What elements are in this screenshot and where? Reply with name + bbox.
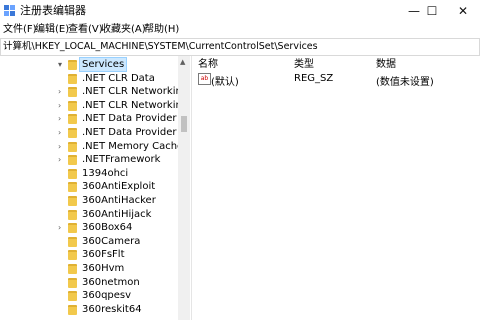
- folder-icon: [68, 73, 77, 84]
- folder-icon: [68, 277, 77, 288]
- folder-icon: [68, 196, 77, 206]
- tree-item-label: 360AntiExploit: [82, 181, 156, 193]
- folder-icon: [68, 250, 77, 261]
- expand-arrow-icon[interactable]: ›: [58, 153, 66, 166]
- scroll-up-arrow-icon[interactable]: ▲: [180, 58, 185, 66]
- tree-item-label: 1394ohci: [82, 167, 129, 179]
- menu-edit[interactable]: 编辑(E): [35, 24, 69, 36]
- tree-item-label: 360AntiHacker: [82, 195, 156, 206]
- tree-item[interactable]: 1394ohci: [0, 167, 178, 181]
- expand-arrow-icon[interactable]: ›: [58, 221, 66, 234]
- title-bar: 注册表编辑器 — ☐ ✕: [0, 0, 480, 22]
- tree-item[interactable]: ▾ Services: [0, 57, 178, 72]
- tree-item[interactable]: › .NETFramework: [0, 153, 178, 167]
- tree-item-label: .NET CLR Networking: [82, 86, 189, 98]
- tree-item-label: .NET CLR Data: [82, 72, 155, 84]
- tree-item[interactable]: 360Camera: [0, 235, 178, 249]
- tree-item-label: 360AntiHijack: [82, 208, 152, 220]
- value-data: (数值未设置): [376, 77, 434, 88]
- tree-item-label: 360netmon: [82, 276, 140, 288]
- tree-item[interactable]: 360AntiExploit: [0, 180, 178, 194]
- menu-file[interactable]: 文件(F): [3, 24, 37, 36]
- key-tree[interactable]: ▾ Services .NET CLR Data › .NET CLR Networki…: [0, 56, 190, 320]
- value-name: (默认): [211, 77, 239, 88]
- scroll-thumb[interactable]: [181, 116, 187, 132]
- folder-icon: [68, 304, 77, 315]
- expand-arrow-icon[interactable]: ›: [58, 85, 66, 98]
- expand-arrow-icon[interactable]: ›: [58, 99, 66, 112]
- tree-item[interactable]: .NET CLR Data: [0, 72, 178, 86]
- tree-item-label: 360Hvm: [82, 263, 125, 274]
- folder-icon: [68, 128, 77, 138]
- column-header-type[interactable]: 类型: [294, 59, 314, 71]
- tree-item[interactable]: 360AntiHacker: [0, 194, 178, 208]
- tree-item[interactable]: 360qpesv: [0, 289, 178, 303]
- string-value-icon: ab: [198, 73, 211, 85]
- value-type: REG_SZ: [294, 73, 334, 84]
- folder-icon: [68, 291, 77, 302]
- folder-icon: [68, 100, 77, 111]
- tree-item[interactable]: › .NET CLR Networking: [0, 85, 188, 99]
- folder-icon: [68, 223, 77, 234]
- tree-scrollbar[interactable]: ▲: [178, 56, 190, 320]
- tree-item[interactable]: 360Hvm: [0, 262, 178, 276]
- folder-icon: [68, 141, 77, 152]
- folder-icon: [68, 114, 77, 125]
- address-bar[interactable]: 计算机\HKEY_LOCAL_MACHINE\SYSTEM\CurrentCon…: [0, 38, 480, 56]
- expand-arrow-icon[interactable]: ›: [58, 140, 66, 153]
- tree-item-label: Services: [78, 57, 128, 72]
- tree-item[interactable]: › .NET Data Provider for Or: [0, 112, 190, 126]
- tree-item[interactable]: › .NET Data Provider for Sq: [0, 126, 190, 140]
- tree-item-label: 360Camera: [82, 235, 141, 247]
- tree-item-label: .NET CLR Networking 4.0.: [82, 99, 190, 111]
- tree-item[interactable]: › 360Box64: [0, 221, 178, 235]
- tree-item[interactable]: 360netmon: [0, 276, 178, 290]
- folder-icon: [68, 264, 77, 274]
- values-list[interactable]: 名称 类型 数据 ab (默认) REG_SZ (数值未设置): [192, 56, 480, 320]
- registry-editor-icon: [4, 5, 15, 16]
- tree-item-label: 360Box64: [82, 222, 133, 234]
- menu-favorites[interactable]: 收藏夹(A): [101, 24, 146, 36]
- tree-item-label: 360qpesv: [82, 290, 132, 302]
- window-title: 注册表编辑器: [20, 4, 86, 17]
- folder-icon: [68, 236, 77, 247]
- tree-item[interactable]: › .NET CLR Networking 4.0.: [0, 99, 190, 113]
- tree-item-label: 360FsFlt: [82, 249, 125, 261]
- maximize-button[interactable]: ☐: [414, 0, 450, 22]
- tree-item[interactable]: 360FsFlt: [0, 248, 178, 262]
- menu-view[interactable]: 查看(V): [68, 24, 103, 36]
- expand-arrow-icon[interactable]: ›: [58, 112, 66, 125]
- folder-icon: [68, 87, 77, 98]
- address-path[interactable]: 计算机\HKEY_LOCAL_MACHINE\SYSTEM\CurrentCon…: [3, 41, 318, 53]
- tree-item[interactable]: › .NET Memory Cache 4.0: [0, 140, 190, 154]
- close-button[interactable]: ✕: [446, 0, 480, 22]
- value-row[interactable]: ab (默认) REG_SZ (数值未设置): [192, 72, 480, 88]
- expand-arrow-icon[interactable]: ›: [58, 126, 66, 139]
- menu-bar: 文件(F) 编辑(E) 查看(V) 收藏夹(A) 帮助(H): [0, 22, 480, 38]
- column-header-name[interactable]: 名称: [198, 59, 218, 71]
- tree-item[interactable]: 360AntiHijack: [0, 208, 178, 222]
- tree-item[interactable]: 360reskit64: [0, 303, 178, 317]
- tree-item-label: 360reskit64: [82, 303, 142, 315]
- folder-icon: [68, 168, 77, 179]
- folder-icon: [68, 209, 77, 220]
- tree-item-label: .NET Data Provider for Sq: [82, 127, 190, 138]
- tree-item-label: .NET Memory Cache 4.0: [82, 140, 190, 152]
- folder-icon: [68, 155, 77, 166]
- menu-help[interactable]: 帮助(H): [144, 24, 179, 36]
- tree-item-label: .NETFramework: [82, 154, 161, 166]
- tree-item-label: .NET Data Provider for Or: [82, 113, 190, 125]
- folder-icon: [68, 182, 77, 193]
- folder-icon: [68, 60, 77, 70]
- collapse-arrow-icon[interactable]: ▾: [58, 58, 66, 71]
- column-header-data[interactable]: 数据: [376, 59, 396, 71]
